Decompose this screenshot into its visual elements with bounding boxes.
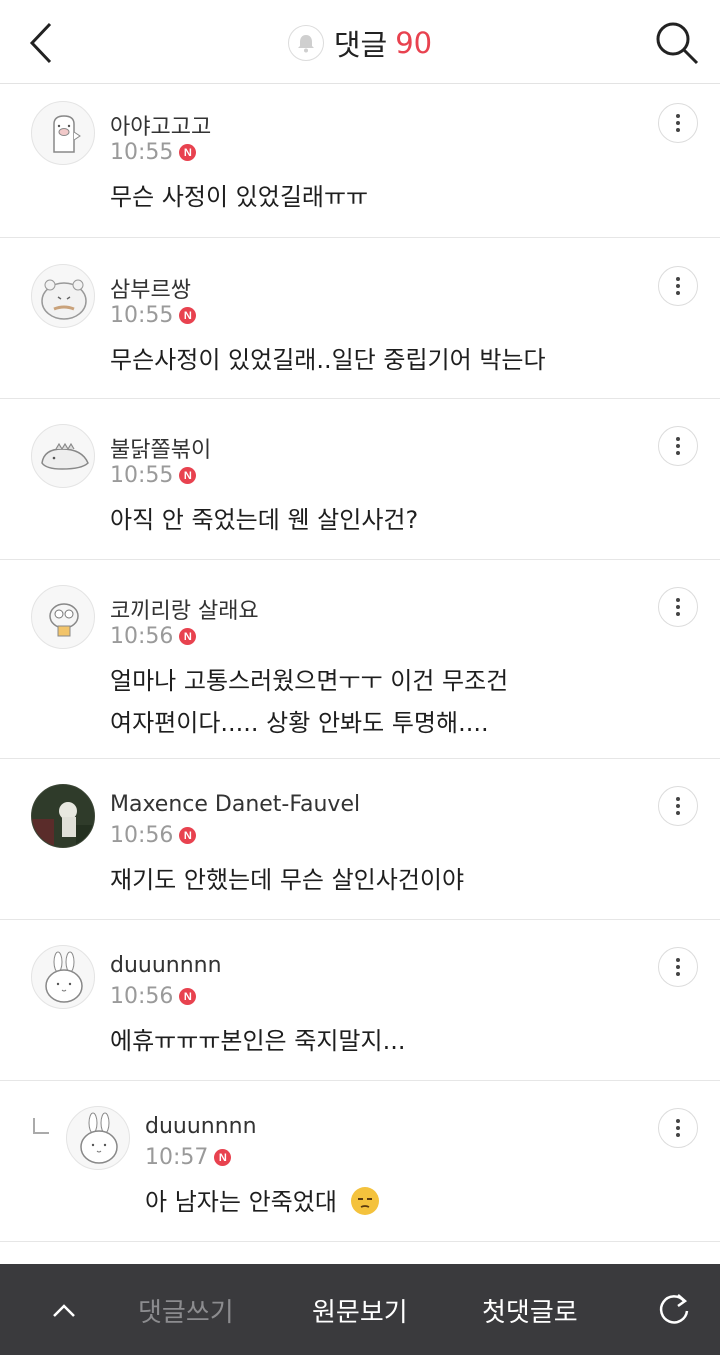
new-badge: N	[214, 1149, 232, 1166]
comment-time: 10:56	[110, 624, 174, 649]
comment-count: 90	[395, 26, 433, 60]
comment-text: 얼마나 고통스러웠으면ㅜㅜ 이건 무조건 여자편이다..... 상황 안봐도 투…	[110, 660, 508, 744]
comment-meta: 10:57 N	[145, 1145, 232, 1170]
comment-line: 무슨사정이 있었길래..일단 중립기어 박는다	[110, 346, 546, 374]
unamused-face-icon	[350, 1187, 379, 1215]
new-badge: N	[179, 144, 197, 161]
avatar[interactable]	[31, 101, 95, 165]
comment-time: 10:55	[110, 140, 174, 165]
comment-author[interactable]: duuunnnn	[110, 953, 222, 978]
more-options-button[interactable]	[658, 103, 698, 143]
comment-line: 여자편이다..... 상황 안봐도 투명해....	[110, 709, 489, 737]
refresh-button[interactable]	[654, 1289, 694, 1329]
more-options-button[interactable]	[658, 266, 698, 306]
more-options-button[interactable]	[658, 587, 698, 627]
view-original-button[interactable]: 원문보기	[312, 1292, 408, 1329]
avatar[interactable]	[31, 264, 95, 328]
comment-meta: 10:56 N	[110, 984, 197, 1009]
comment-item: 아야고고고 10:55 N 무슨 사정이 있었길래ㅠㅠ	[0, 85, 720, 238]
comment-meta: 10:55 N	[110, 303, 197, 328]
comment-author[interactable]: 코끼리랑 살래요	[110, 593, 259, 625]
comment-author[interactable]: duuunnnn	[145, 1114, 257, 1139]
write-comment-button[interactable]: 댓글쓰기	[138, 1292, 234, 1329]
comment-text: 아 남자는 안죽었대	[145, 1181, 379, 1223]
comment-item: 불닭쫄볶이 10:55 N 아직 안 죽었는데 웬 살인사건?	[0, 399, 720, 560]
comment-time: 10:56	[110, 984, 174, 1009]
top-bar: 댓글 90	[0, 0, 720, 84]
comment-item: Maxence Danet-Fauvel 10:56 N 재기도 안했는데 무슨…	[0, 759, 720, 920]
reply-item: duuunnnn 10:57 N 아 남자는 안죽었대	[0, 1081, 720, 1242]
more-options-button[interactable]	[658, 947, 698, 987]
comment-text: 재기도 안했는데 무슨 살인사건이야	[110, 859, 464, 901]
comment-item: duuunnnn 10:56 N 에휴ㅠㅠㅠ본인은 죽지말지...	[0, 920, 720, 1081]
new-badge: N	[179, 307, 197, 324]
comment-text: 무슨 사정이 있었길래ㅠㅠ	[110, 176, 368, 218]
comment-text: 에휴ㅠㅠㅠ본인은 죽지말지...	[110, 1020, 405, 1062]
comment-text: 무슨사정이 있었길래..일단 중립기어 박는다	[110, 339, 546, 381]
comment-line: 재기도 안했는데 무슨 살인사건이야	[110, 866, 465, 894]
more-options-button[interactable]	[658, 786, 698, 826]
page-title: 댓글 90	[0, 22, 720, 64]
more-icon	[676, 114, 680, 118]
avatar[interactable]	[31, 585, 95, 649]
comment-author[interactable]: 아야고고고	[110, 109, 211, 141]
refresh-icon	[659, 1294, 689, 1324]
comment-meta: 10:55 N	[110, 463, 197, 488]
more-icon	[676, 958, 680, 962]
more-icon	[676, 277, 680, 281]
notification-bell-button[interactable]	[287, 25, 324, 61]
more-options-button[interactable]	[658, 426, 698, 466]
comment-time: 10:57	[145, 1145, 209, 1170]
comment-time: 10:56	[110, 823, 174, 848]
bottom-toolbar: 댓글쓰기 원문보기 첫댓글로	[0, 1264, 720, 1355]
first-comment-button[interactable]: 첫댓글로	[482, 1292, 578, 1329]
new-badge: N	[179, 628, 197, 645]
new-badge: N	[179, 988, 197, 1005]
comment-author[interactable]: 삼부르쌍	[110, 272, 191, 304]
comment-author[interactable]: Maxence Danet-Fauvel	[110, 792, 360, 817]
comment-list: 아야고고고 10:55 N 무슨 사정이 있었길래ㅠㅠ 삼부르쌍 10:55 N	[0, 85, 720, 1242]
comment-line: 에휴ㅠㅠㅠ본인은 죽지말지...	[110, 1027, 406, 1055]
comment-line: 얼마나 고통스러웠으면ㅜㅜ 이건 무조건	[110, 667, 509, 695]
scroll-top-button[interactable]	[46, 1292, 82, 1328]
comment-item: 코끼리랑 살래요 10:56 N 얼마나 고통스러웠으면ㅜㅜ 이건 무조건 여자…	[0, 560, 720, 759]
avatar[interactable]	[31, 945, 95, 1009]
chevron-up-icon	[53, 1304, 75, 1317]
avatar[interactable]	[31, 784, 95, 848]
avatar[interactable]	[66, 1106, 130, 1170]
comment-line: 무슨 사정이 있었길래ㅠㅠ	[110, 183, 369, 211]
comment-time: 10:55	[110, 463, 174, 488]
avatar[interactable]	[31, 424, 95, 488]
comment-line: 아 남자는 안죽었대	[145, 1188, 337, 1216]
more-icon	[676, 598, 680, 602]
more-options-button[interactable]	[658, 1108, 698, 1148]
comment-author[interactable]: 불닭쫄볶이	[110, 432, 211, 464]
more-icon	[676, 1119, 680, 1123]
new-badge: N	[179, 467, 197, 484]
more-icon	[676, 437, 680, 441]
comment-line: 아직 안 죽었는데 웬 살인사건?	[110, 506, 419, 534]
comment-meta: 10:56 N	[110, 823, 197, 848]
comment-item: 삼부르쌍 10:55 N 무슨사정이 있었길래..일단 중립기어 박는다	[0, 238, 720, 399]
comment-meta: 10:55 N	[110, 140, 197, 165]
new-badge: N	[179, 827, 197, 844]
search-icon	[656, 22, 699, 65]
reply-arrow-icon	[33, 1118, 49, 1134]
more-icon	[676, 797, 680, 801]
title-label: 댓글	[333, 28, 388, 62]
search-button[interactable]	[652, 18, 702, 68]
comment-time: 10:55	[110, 303, 174, 328]
comment-text: 아직 안 죽었는데 웬 살인사건?	[110, 499, 418, 541]
bell-icon	[297, 35, 314, 53]
comment-meta: 10:56 N	[110, 624, 197, 649]
